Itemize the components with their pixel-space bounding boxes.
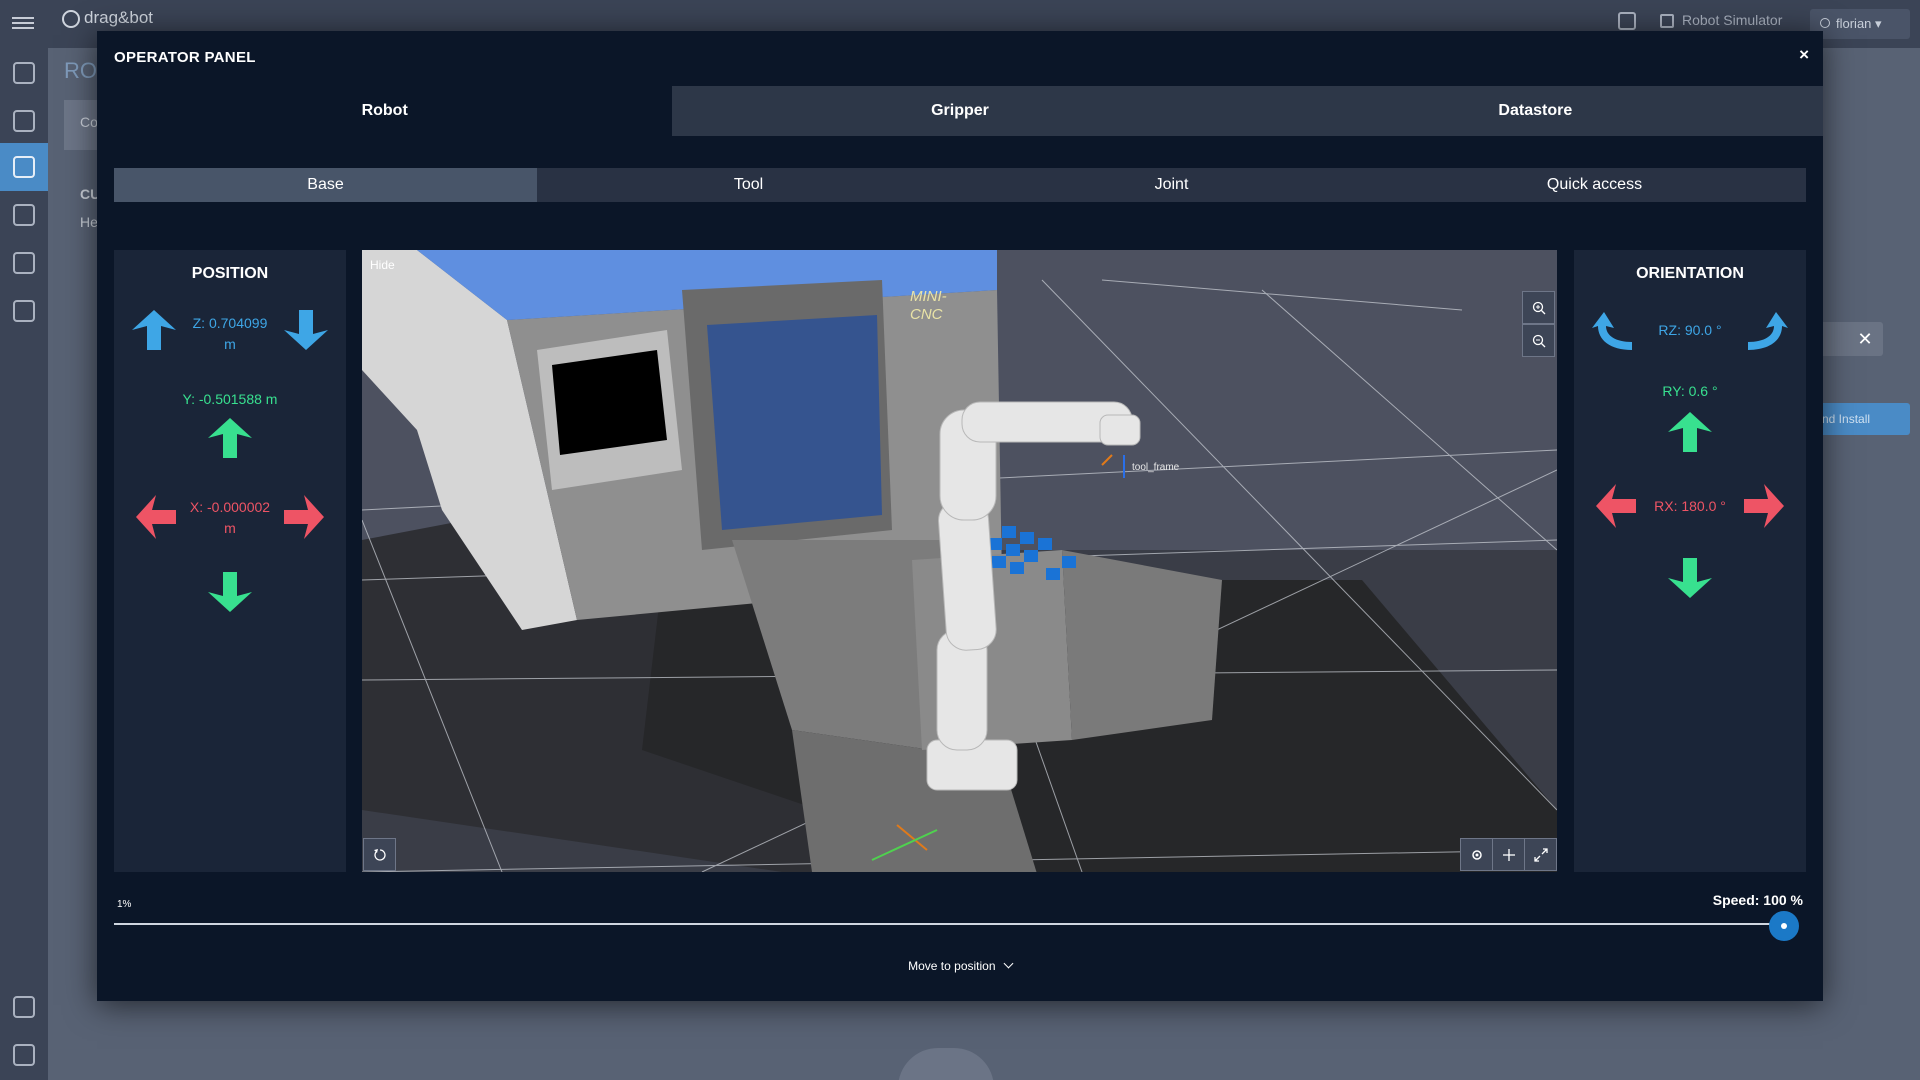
z-value: Z: 0.704099 m — [178, 313, 282, 355]
speed-value-label: Speed: 100 % — [1712, 892, 1803, 908]
modal-header: OPERATOR PANEL × — [97, 31, 1823, 86]
reset-view-icon[interactable] — [363, 838, 396, 871]
skills-icon[interactable] — [13, 204, 35, 226]
position-title: POSITION — [191, 265, 269, 282]
y-up-arrow-icon[interactable] — [206, 416, 254, 460]
rz-rotate-cw-icon[interactable] — [1744, 310, 1790, 354]
robot-simulator-indicator[interactable]: Robot Simulator — [1660, 12, 1782, 29]
tab-gripper[interactable]: Gripper — [672, 86, 1248, 136]
speed-slider-fill — [114, 923, 1786, 925]
modal-title: OPERATOR PANEL — [114, 49, 256, 66]
move-to-position-toggle[interactable]: Move to position — [97, 958, 1823, 973]
speed-slider-track[interactable] — [114, 923, 1786, 925]
toolbox-icon[interactable] — [13, 252, 35, 274]
cnc-machine-label: MINI- CNC — [910, 288, 947, 324]
robot-arm-icon[interactable] — [13, 156, 35, 178]
subtab-quick-access[interactable]: Quick access — [1383, 168, 1806, 202]
robot-icon — [1660, 14, 1674, 29]
y-down-arrow-icon[interactable] — [206, 570, 254, 614]
ry-down-arrow-icon[interactable] — [1666, 556, 1714, 600]
rx-value: RX: 180.0 ° — [1654, 498, 1726, 514]
user-icon — [1820, 18, 1830, 28]
z-value-line1: Z: 0.704099 — [192, 315, 268, 331]
rx-left-arrow-icon[interactable] — [1594, 482, 1638, 530]
robot-status-icon[interactable] — [13, 996, 35, 1018]
tasks-icon[interactable] — [1618, 12, 1636, 30]
z-value-unit: m — [224, 336, 236, 352]
subtab-joint[interactable]: Joint — [960, 168, 1383, 202]
home-icon[interactable] — [13, 62, 35, 84]
orientation-panel: ORIENTATION RZ: 90.0 ° RY: 0.6 ° RX: 180… — [1574, 250, 1806, 872]
tab-datastore[interactable]: Datastore — [1247, 86, 1823, 136]
tab-robot[interactable]: Robot — [97, 86, 673, 136]
bg-page-title: RO — [64, 58, 97, 83]
operator-panel-modal: OPERATOR PANEL × Robot Gripper Datastore… — [97, 31, 1823, 1001]
x-right-arrow-icon[interactable] — [282, 493, 326, 541]
rx-right-arrow-icon[interactable] — [1742, 482, 1786, 530]
subtab-base[interactable]: Base — [114, 168, 537, 202]
zoom-out-icon[interactable] — [1522, 324, 1555, 357]
zoom-in-icon[interactable] — [1522, 291, 1555, 324]
cnc-label-line2: CNC — [910, 306, 943, 323]
tool-frame-label: tool_frame — [1132, 462, 1180, 473]
frame-sub-tabs: Base Tool Joint Quick access — [114, 168, 1806, 202]
bg-delete-button[interactable]: ✕ — [1847, 322, 1883, 356]
expand-icon[interactable] — [1524, 838, 1557, 871]
bg-section-sub: He — [80, 214, 98, 230]
bg-card-text: Co — [80, 114, 98, 130]
hamburger-icon[interactable] — [12, 14, 34, 32]
orientation-title: ORIENTATION — [1636, 265, 1744, 282]
gear-icon[interactable] — [1460, 838, 1493, 871]
user-menu-button[interactable]: florian ▾ — [1810, 9, 1910, 39]
x-value-unit: m — [224, 520, 236, 536]
x-value-line1: X: -0.000002 — [189, 499, 271, 515]
z-down-arrow-icon[interactable] — [282, 308, 330, 352]
rz-value: RZ: 90.0 ° — [1658, 322, 1722, 338]
y-value: Y: -0.501588 m — [182, 391, 278, 407]
tools-icon[interactable] — [13, 300, 35, 322]
speed-min-label: 1% — [117, 899, 132, 910]
chevron-down-icon — [1003, 958, 1014, 969]
speed-slider-thumb[interactable] — [1769, 911, 1799, 941]
bell-icon[interactable] — [13, 1044, 35, 1066]
move-to-position-label: Move to position — [908, 959, 996, 973]
move-icon[interactable] — [1492, 838, 1525, 871]
robot-3d-viewport[interactable]: MINI- CNC tool_frame Hide — [362, 250, 1557, 872]
ry-value: RY: 0.6 ° — [1662, 383, 1718, 399]
cnc-label-line1: MINI- — [910, 288, 947, 305]
subtab-tool[interactable]: Tool — [537, 168, 960, 202]
x-left-arrow-icon[interactable] — [134, 493, 178, 541]
main-tabs: Robot Gripper Datastore — [97, 86, 1823, 136]
ry-up-arrow-icon[interactable] — [1666, 410, 1714, 454]
bg-install-button[interactable]: nd Install — [1810, 403, 1910, 435]
rz-rotate-ccw-icon[interactable] — [1590, 310, 1636, 354]
hide-viewport-button[interactable]: Hide — [370, 258, 395, 272]
close-icon[interactable]: × — [1799, 45, 1809, 65]
z-up-arrow-icon[interactable] — [130, 308, 178, 352]
files-icon[interactable] — [13, 110, 35, 132]
robot-scene[interactable] — [362, 250, 1557, 872]
position-panel: POSITION Z: 0.704099 m Y: -0.501588 m X:… — [114, 250, 346, 872]
x-value: X: -0.000002 m — [178, 497, 282, 539]
